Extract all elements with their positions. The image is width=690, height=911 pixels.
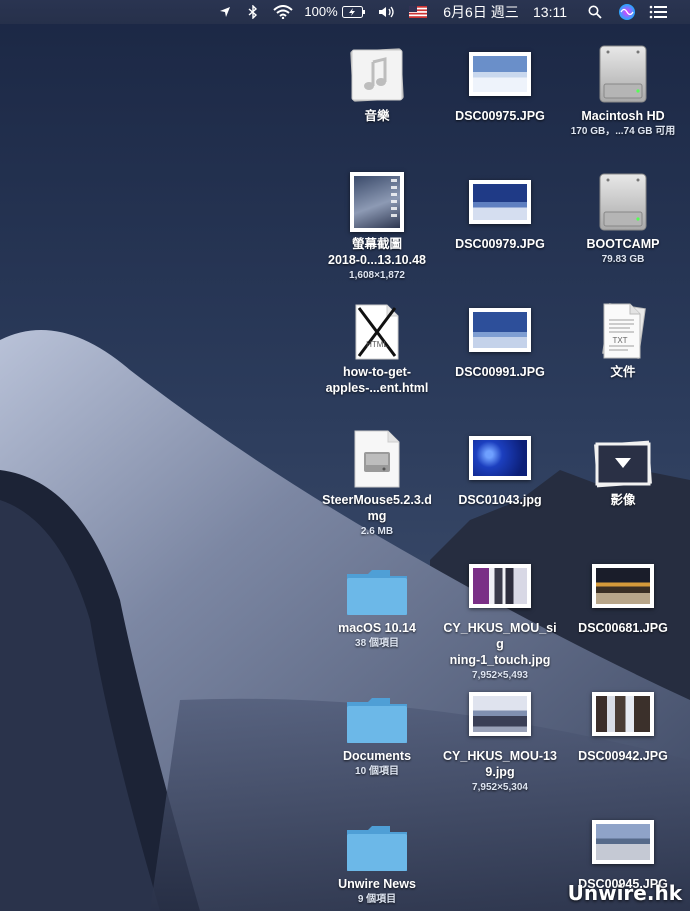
desktop-item-dsc00942[interactable]: DSC00942.JPG xyxy=(564,674,682,764)
item-info: 1,608×1,872 xyxy=(349,270,405,281)
hard-drive-icon xyxy=(599,45,647,103)
item-label: CY_HKUS_MOU_sig ning-1_touch.jpg xyxy=(443,621,557,667)
volume-icon[interactable] xyxy=(376,0,398,24)
desktop-item-dsc00991[interactable]: DSC00991.JPG xyxy=(441,290,559,380)
item-label: DSC00942.JPG xyxy=(578,749,668,763)
photo-thumbnail xyxy=(592,564,654,608)
menubar-date[interactable]: 6月6日 週三 xyxy=(441,0,521,24)
item-label: Documents xyxy=(342,749,412,763)
item-info: 9 個項目 xyxy=(357,894,397,905)
desktop-item-unwire-news-folder[interactable]: Unwire News 9 個項目 xyxy=(318,802,436,906)
desktop-item-dsc00945[interactable]: DSC00945.JPG xyxy=(564,802,682,892)
photo-thumbnail xyxy=(469,308,531,352)
item-info: 2.6 MB xyxy=(360,526,394,537)
image-stack-icon xyxy=(594,440,652,488)
music-alias-icon xyxy=(350,48,404,102)
item-label: SteerMouse5.2.3.d mg xyxy=(322,493,432,523)
item-label: DSC00681.JPG xyxy=(578,621,668,635)
desktop-item-dsc01043[interactable]: DSC01043.jpg xyxy=(441,418,559,508)
desktop-item-macintosh-hd[interactable]: Macintosh HD 170 GB，...74 GB 可用 xyxy=(564,34,682,138)
item-label: 螢幕截圖 2018-0...13.10.48 xyxy=(328,237,426,267)
html-badge: HTML xyxy=(366,340,388,349)
item-label: 影像 xyxy=(610,493,636,507)
html-file-icon: HTML xyxy=(355,304,399,360)
desktop-item-screenshot[interactable]: 螢幕截圖 2018-0...13.10.48 1,608×1,872 xyxy=(318,162,436,282)
item-label: how-to-get- apples-...ent.html xyxy=(325,365,429,395)
desktop-item-cy-hkus-mou-139[interactable]: CY_HKUS_MOU-13 9.jpg 7,952×5,304 xyxy=(441,674,559,794)
item-label: DSC00991.JPG xyxy=(455,365,545,379)
notification-center-icon[interactable] xyxy=(647,0,669,24)
text-document-stack-icon: TXT xyxy=(600,302,646,360)
item-label: DSC00975.JPG xyxy=(455,109,545,123)
desktop-item-macos-folder[interactable]: macOS 10.14 38 個項目 xyxy=(318,546,436,650)
menu-bar: 100% 6月6日 週三 13:11 xyxy=(0,0,690,24)
photo-thumbnail xyxy=(592,692,654,736)
folder-icon xyxy=(347,570,407,615)
spotlight-search-icon[interactable] xyxy=(585,0,605,24)
item-label: Unwire News xyxy=(338,877,416,891)
desktop-item-images-stack[interactable]: 影像 xyxy=(564,418,682,508)
txt-badge: TXT xyxy=(612,336,628,345)
item-label: Macintosh HD xyxy=(581,109,665,123)
item-label: 文件 xyxy=(610,365,636,379)
siri-icon[interactable] xyxy=(616,0,638,24)
folder-icon xyxy=(347,698,407,743)
photo-thumbnail xyxy=(469,180,531,224)
screenshot-thumbnail xyxy=(350,172,404,232)
photo-thumbnail xyxy=(469,436,531,480)
item-label: macOS 10.14 xyxy=(338,621,416,635)
input-source-flag-icon[interactable] xyxy=(408,0,428,24)
desktop-item-music-folder[interactable]: 音樂 xyxy=(318,34,436,124)
item-label: BOOTCAMP xyxy=(586,237,660,251)
bluetooth-icon[interactable] xyxy=(243,0,263,24)
photo-thumbnail xyxy=(469,564,531,608)
desktop-item-html-file[interactable]: HTML how-to-get- apples-...ent.html xyxy=(318,290,436,396)
wifi-icon[interactable] xyxy=(272,0,294,24)
item-label: CY_HKUS_MOU-13 9.jpg xyxy=(443,749,557,779)
desktop-item-dsc00975[interactable]: DSC00975.JPG xyxy=(441,34,559,124)
hard-drive-icon xyxy=(599,173,647,231)
item-info: 10 個項目 xyxy=(355,766,399,777)
battery-percentage[interactable]: 100% xyxy=(303,0,339,24)
item-label: DSC01043.jpg xyxy=(458,493,542,507)
item-label: DSC00979.JPG xyxy=(455,237,545,251)
item-info: 79.83 GB xyxy=(601,254,645,265)
disk-image-icon xyxy=(354,430,400,488)
menubar-clock[interactable]: 13:11 xyxy=(530,0,570,24)
item-info: 38 個項目 xyxy=(355,638,399,649)
desktop-item-documents-stack[interactable]: TXT 文件 xyxy=(564,290,682,380)
battery-icon[interactable] xyxy=(341,0,367,24)
location-icon[interactable] xyxy=(215,0,235,24)
desktop-item-cy-hkus-mou-signing[interactable]: CY_HKUS_MOU_sig ning-1_touch.jpg 7,952×5… xyxy=(441,546,559,682)
photo-thumbnail xyxy=(469,692,531,736)
site-watermark: Unwire.hk xyxy=(567,881,682,905)
item-label: 音樂 xyxy=(364,109,390,123)
item-info: 7,952×5,304 xyxy=(472,782,528,793)
photo-thumbnail xyxy=(592,820,654,864)
desktop-item-dsc00681[interactable]: DSC00681.JPG xyxy=(564,546,682,636)
desktop-item-bootcamp[interactable]: BOOTCAMP 79.83 GB xyxy=(564,162,682,266)
photo-thumbnail xyxy=(469,52,531,96)
desktop-item-dsc00979[interactable]: DSC00979.JPG xyxy=(441,162,559,252)
desktop-item-dmg-file[interactable]: SteerMouse5.2.3.d mg 2.6 MB xyxy=(318,418,436,538)
item-info: 170 GB，...74 GB 可用 xyxy=(570,126,676,137)
desktop-item-documents-folder[interactable]: Documents 10 個項目 xyxy=(318,674,436,778)
folder-icon xyxy=(347,826,407,871)
